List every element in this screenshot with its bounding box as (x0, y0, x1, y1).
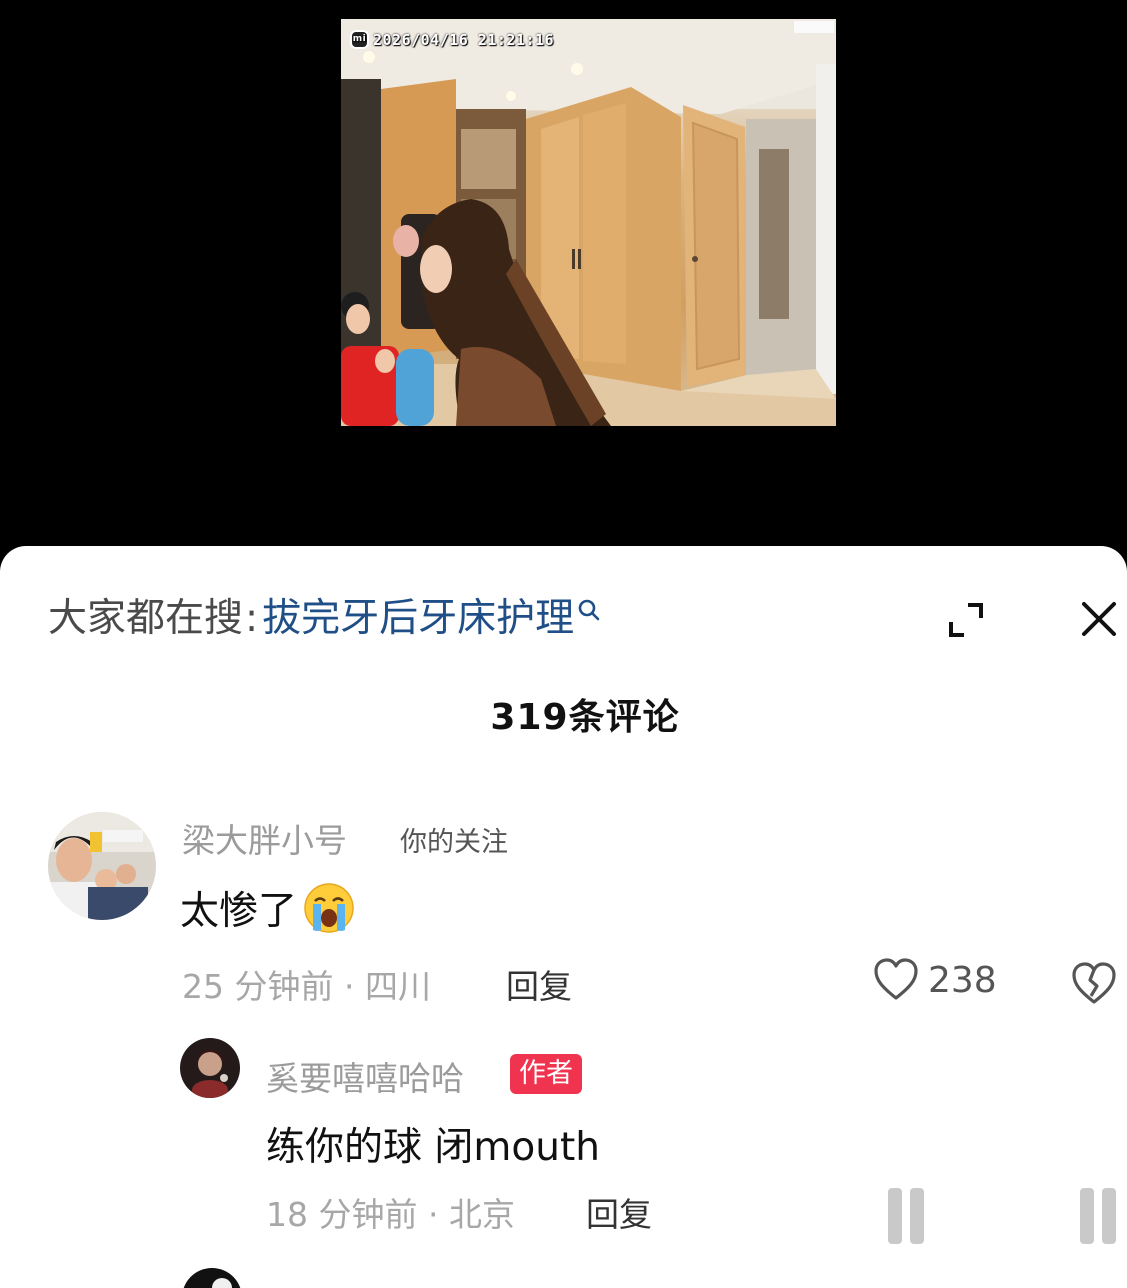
camera-timestamp: mi 2026/04/16 21:21:16 (350, 30, 554, 49)
avatar[interactable] (180, 1038, 240, 1098)
comments-sheet: 大家都在搜 : 拔完牙后牙床护理 319条评论 梁大胖小号 你的关注 太惨了 2… (0, 546, 1127, 1288)
trending-search-link[interactable]: 大家都在搜 : 拔完牙后牙床护理 (48, 593, 602, 645)
crying-face-emoji (304, 883, 354, 933)
reply-button[interactable]: 回复 (586, 1188, 652, 1236)
comment-item: 梁大胖小号 你的关注 太惨了 25 分钟前 · 四川 回复 238 (0, 812, 1127, 1042)
broken-heart-icon[interactable] (1070, 960, 1118, 1008)
avatar[interactable] (182, 1268, 242, 1288)
expand-icon[interactable] (946, 600, 986, 640)
like-button[interactable]: 238 (872, 956, 997, 1004)
avatar-image (182, 1268, 242, 1288)
reply-button[interactable]: 回复 (506, 960, 572, 1008)
comment-username[interactable]: 奚要嘻嘻哈哈 (266, 1052, 464, 1100)
comment-meta: 18 分钟前 · 北京 (266, 1195, 515, 1234)
following-tag: 你的关注 (400, 827, 508, 858)
comment-count: 319条评论 (490, 697, 680, 738)
reply-comment-item: 奚要嘻嘻哈哈 作者 练你的球 闭mouth 18 分钟前 · 北京 回复 (0, 1038, 1127, 1248)
close-icon[interactable] (1078, 598, 1120, 640)
sheet-header: 大家都在搜 : 拔完牙后牙床护理 319条评论 (0, 546, 1127, 738)
search-prefix: 大家都在搜 (48, 596, 244, 641)
timestamp-text: 2026/04/16 21:21:16 (373, 30, 555, 49)
loading-placeholder-icon (888, 1188, 924, 1244)
comment-text: 练你的球 闭mouth (266, 1125, 600, 1170)
comment-meta: 25 分钟前 · 四川 (182, 967, 431, 1006)
search-term[interactable]: 拔完牙后牙床护理 (262, 593, 574, 645)
search-icon (578, 599, 600, 621)
video-frame[interactable]: mi 2026/04/16 21:21:16 (341, 19, 836, 426)
heart-icon (874, 958, 918, 1000)
comment-text-content: 太惨了 (180, 889, 298, 934)
video-scene-image (341, 19, 836, 426)
video-player[interactable]: mi 2026/04/16 21:21:16 (0, 0, 1127, 560)
comment-username[interactable]: 梁大胖小号 (182, 814, 347, 862)
avatar-image (48, 812, 156, 920)
avatar[interactable] (48, 812, 156, 920)
avatar-image (180, 1038, 240, 1098)
like-count: 238 (928, 959, 997, 1001)
camera-logo-icon: mi (350, 30, 369, 49)
loading-placeholder-icon (1080, 1188, 1116, 1244)
comment-text: 太惨了 (180, 880, 355, 936)
search-separator: : (245, 596, 259, 641)
author-badge: 作者 (510, 1054, 582, 1094)
